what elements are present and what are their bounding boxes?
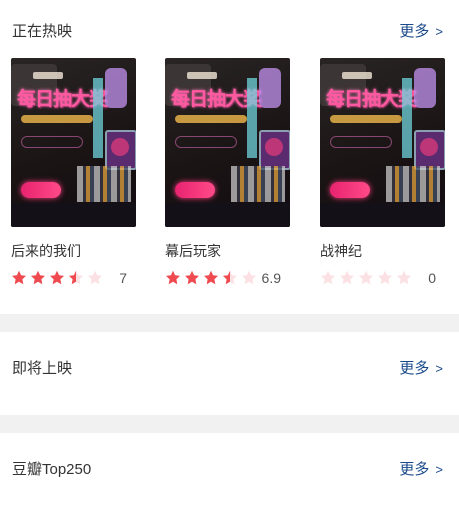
star-icon bbox=[204, 270, 218, 285]
more-label: 更多 bbox=[399, 461, 430, 478]
movie-card[interactable]: 每日抽大奖 幕后玩家 6.9 bbox=[165, 58, 291, 288]
now-showing-more-link[interactable]: 更多 > bbox=[399, 20, 443, 41]
coming-soon-more-link[interactable]: 更多 > bbox=[399, 357, 443, 378]
movie-title[interactable]: 幕后玩家 bbox=[165, 241, 291, 261]
movie-poster[interactable]: 每日抽大奖 bbox=[165, 58, 290, 227]
movie-score: 7 bbox=[119, 270, 127, 286]
movie-score: 6.9 bbox=[261, 270, 281, 286]
star-icon bbox=[397, 270, 411, 285]
top250-section: 豆瓣Top250 更多 > bbox=[0, 433, 459, 517]
movie-rating: 6.9 bbox=[165, 268, 291, 288]
star-icon bbox=[12, 270, 26, 285]
more-label: 更多 bbox=[399, 23, 430, 40]
movie-title[interactable]: 战神纪 bbox=[320, 241, 446, 261]
star-icon bbox=[185, 270, 199, 285]
coming-soon-section: 即将上映 更多 > bbox=[0, 332, 459, 414]
movie-rating: 0 bbox=[320, 268, 446, 288]
star-icon bbox=[321, 270, 335, 285]
star-icon bbox=[88, 270, 102, 285]
top250-title: 豆瓣Top250 bbox=[12, 461, 92, 478]
chevron-right-icon: > bbox=[435, 361, 443, 376]
top250-more-link[interactable]: 更多 > bbox=[399, 458, 443, 479]
movie-list: 每日抽大奖 后来的我们 7 每日抽大奖 幕后玩家 6.9 每日抽大奖 战神纪 0 bbox=[0, 58, 459, 298]
star-icon bbox=[69, 270, 83, 285]
star-icon bbox=[359, 270, 373, 285]
more-label: 更多 bbox=[399, 360, 430, 377]
movie-title[interactable]: 后来的我们 bbox=[11, 241, 137, 261]
movie-card[interactable]: 每日抽大奖 后来的我们 7 bbox=[11, 58, 137, 288]
movie-poster[interactable]: 每日抽大奖 bbox=[11, 58, 136, 227]
movie-poster[interactable]: 每日抽大奖 bbox=[320, 58, 445, 227]
star-icon bbox=[242, 270, 256, 285]
top250-header: 豆瓣Top250 更多 > bbox=[0, 433, 459, 478]
now-showing-title: 正在热映 bbox=[12, 23, 73, 40]
movie-rating: 7 bbox=[11, 268, 137, 288]
star-icon bbox=[31, 270, 45, 285]
star-icon bbox=[50, 270, 64, 285]
movie-card[interactable]: 每日抽大奖 战神纪 0 bbox=[320, 58, 446, 288]
star-icon bbox=[223, 270, 237, 285]
section-divider bbox=[0, 314, 459, 332]
star-icon bbox=[340, 270, 354, 285]
chevron-right-icon: > bbox=[435, 24, 443, 39]
star-icon bbox=[378, 270, 392, 285]
coming-soon-header: 即将上映 更多 > bbox=[0, 332, 459, 377]
chevron-right-icon: > bbox=[435, 462, 443, 477]
now-showing-header: 正在热映 更多 > bbox=[0, 0, 459, 40]
now-showing-section: 正在热映 更多 > 每日抽大奖 后来的我们 7 每日抽大奖 幕后玩家 6.9 每… bbox=[0, 0, 459, 312]
star-icon bbox=[166, 270, 180, 285]
movie-score: 0 bbox=[428, 270, 436, 286]
section-divider bbox=[0, 415, 459, 433]
coming-soon-title: 即将上映 bbox=[12, 360, 73, 377]
